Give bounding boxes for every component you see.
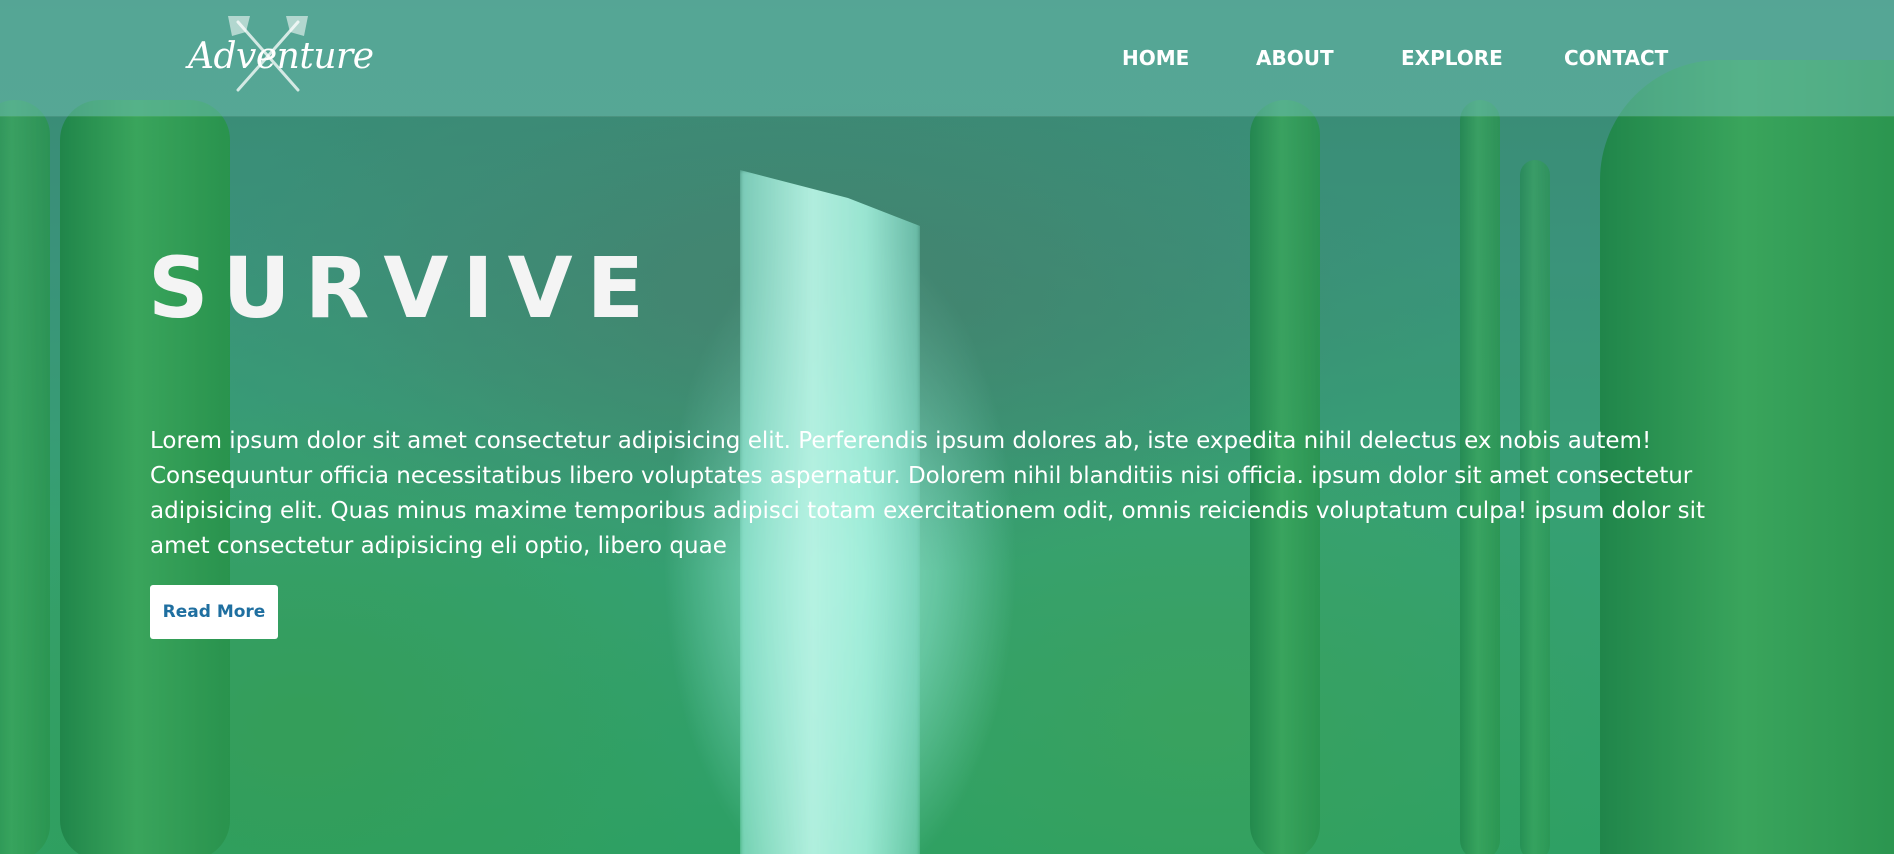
main-nav: HOME ABOUT EXPLORE CONTACT xyxy=(0,46,1894,76)
nav-contact[interactable]: CONTACT xyxy=(1564,46,1668,70)
nav-home[interactable]: HOME xyxy=(1122,46,1189,70)
hero-title: SURVIVE xyxy=(148,239,659,337)
hero-description: Lorem ipsum dolor sit amet consectetur a… xyxy=(150,428,1705,559)
hero-section: Adventure HOME ABOUT EXPLORE CONTACT SUR… xyxy=(0,0,1894,854)
nav-about[interactable]: ABOUT xyxy=(1256,46,1334,70)
site-header: Adventure HOME ABOUT EXPLORE CONTACT xyxy=(0,0,1894,116)
nav-explore[interactable]: EXPLORE xyxy=(1401,46,1503,70)
read-more-button[interactable]: Read More xyxy=(150,585,278,639)
